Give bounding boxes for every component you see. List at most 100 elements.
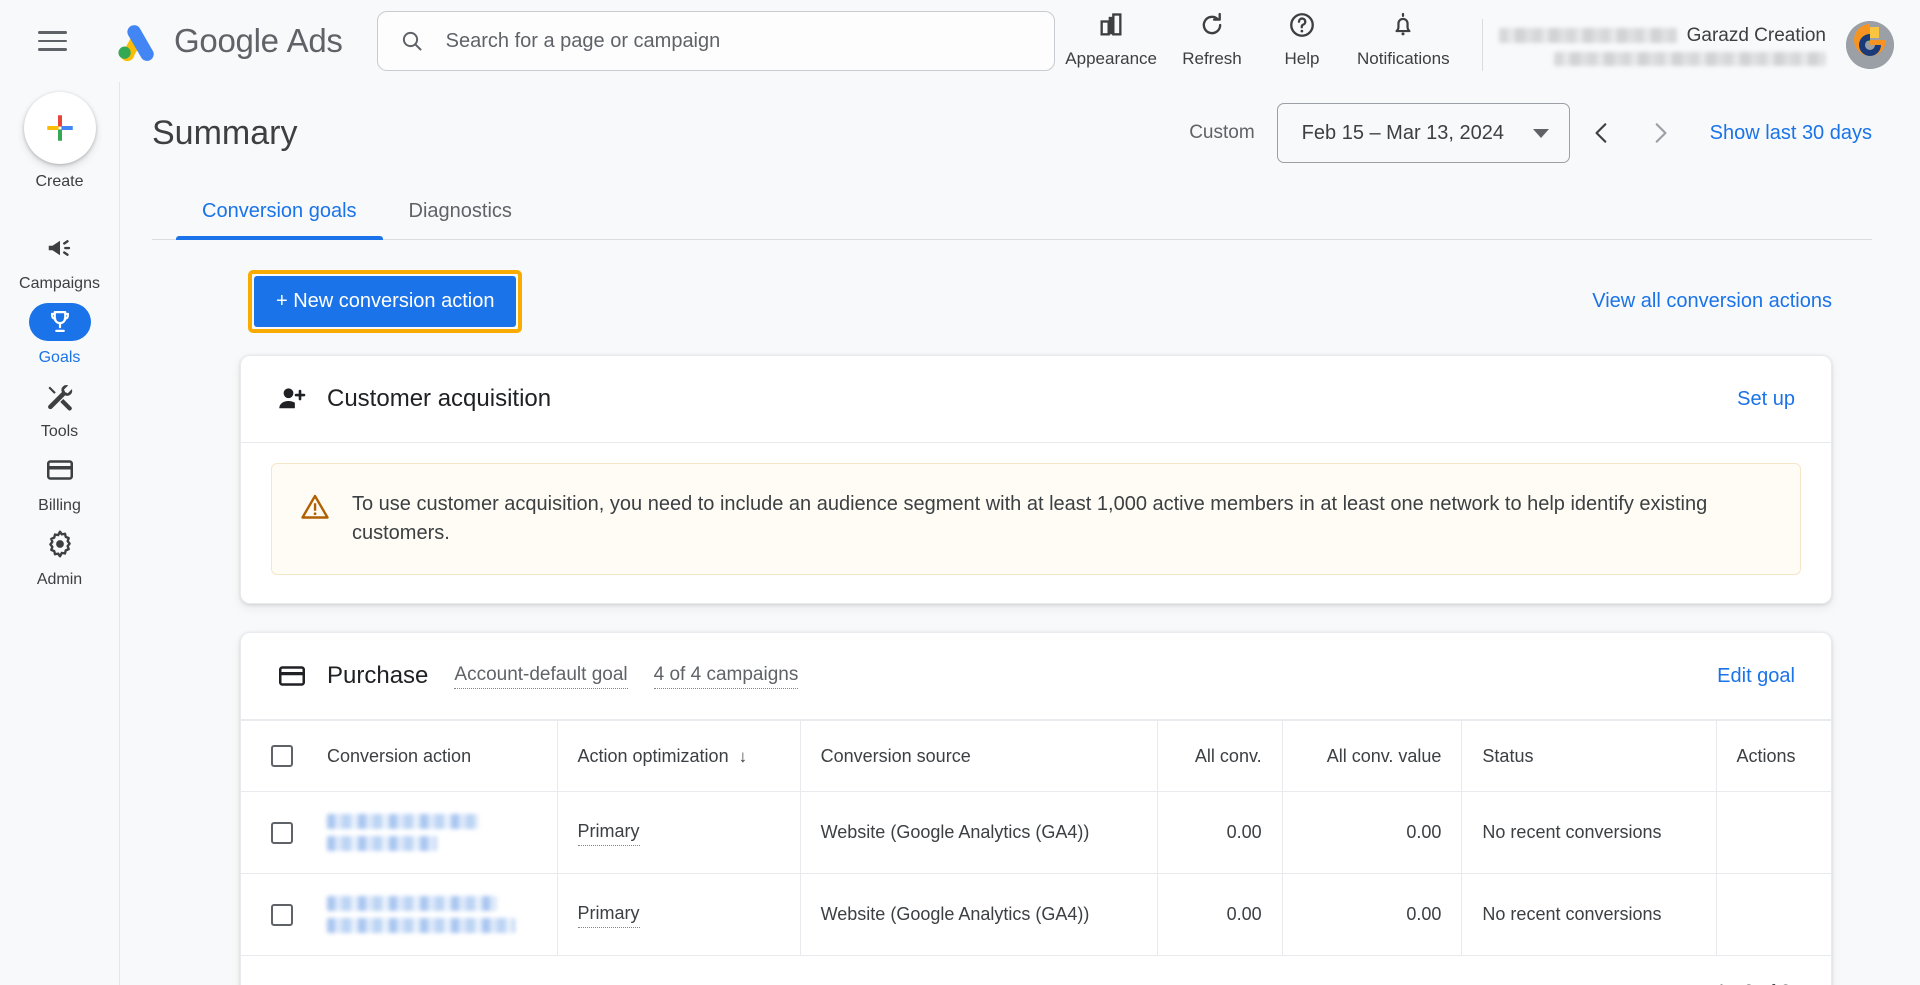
redacted-line [327, 896, 497, 911]
cell-action-optimization: Primary [557, 873, 801, 956]
account-switcher[interactable]: Garazd Creation [1498, 21, 1894, 69]
campaigns-count-label[interactable]: 4 of 4 campaigns [653, 664, 799, 689]
select-all-checkbox[interactable] [271, 745, 293, 767]
customer-acquisition-header: Customer acquisition Set up [241, 356, 1831, 443]
account-name: Garazd Creation [1686, 24, 1826, 46]
sidebar-item-goals[interactable]: Goals [0, 303, 119, 367]
redacted-line [327, 836, 437, 851]
col-conversion-source[interactable]: Conversion source [800, 720, 1159, 792]
col-action-optimization[interactable]: Action optimization ↓ [557, 720, 801, 792]
search-input[interactable] [443, 28, 1033, 54]
customer-acquisition-title: Customer acquisition [327, 385, 552, 412]
refresh-icon [1198, 8, 1226, 42]
table-body: Primary Website (Google Analytics (GA4))… [241, 791, 1831, 956]
col-actions: Actions [1716, 720, 1831, 792]
refresh-button[interactable]: Refresh [1167, 8, 1257, 69]
purchase-header: Purchase Account-default goal 4 of 4 cam… [241, 633, 1831, 720]
person-add-icon [277, 384, 307, 414]
cell-actions [1716, 873, 1831, 956]
chevron-left-icon [1595, 123, 1607, 143]
prev-period-button[interactable] [1576, 107, 1628, 159]
conversion-action-redacted [327, 814, 537, 851]
google-ads-logo[interactable]: Google Ads [111, 18, 343, 64]
row-checkbox[interactable] [271, 903, 293, 926]
hamburger-icon[interactable] [30, 18, 75, 64]
sidebar-label-billing: Billing [38, 497, 81, 514]
refresh-label: Refresh [1182, 49, 1242, 68]
credit-card-icon [29, 451, 91, 489]
conversion-action-redacted [327, 896, 537, 933]
show-last-30-days-link[interactable]: Show last 30 days [1710, 122, 1872, 145]
col-status[interactable]: Status [1461, 720, 1717, 792]
create-button[interactable] [23, 92, 96, 164]
date-range-controls: Custom Feb 15 – Mar 13, 2024 Show last 3… [1189, 103, 1872, 163]
col-conversion-action[interactable]: Conversion action [307, 720, 558, 792]
tab-conversion-goals[interactable]: Conversion goals [176, 182, 383, 240]
sort-desc-icon: ↓ [738, 746, 748, 766]
next-period-button[interactable] [1634, 107, 1686, 159]
sidebar-label-tools: Tools [40, 423, 79, 440]
appearance-label: Appearance [1065, 49, 1157, 68]
cell-action-optimization: Primary [557, 791, 801, 874]
tab-diagnostics[interactable]: Diagnostics [383, 182, 538, 239]
help-icon [1288, 8, 1316, 42]
appearance-button[interactable]: Appearance [1055, 8, 1167, 69]
app-body: Create Campaigns Goals Tools Billing Adm… [0, 82, 1920, 985]
top-app-bar: GoogleAds Appearance [0, 0, 1920, 82]
col-all-conv[interactable]: All conv. [1157, 720, 1283, 792]
table-header-row: Conversion action Action optimization ↓ C… [241, 720, 1831, 792]
row-checkbox[interactable] [271, 821, 293, 844]
table-row[interactable]: Primary Website (Google Analytics (GA4))… [241, 873, 1831, 956]
redacted-line [327, 918, 515, 933]
warning-triangle-icon [300, 492, 330, 527]
brand-text: Google Ads [174, 22, 343, 60]
view-all-conversion-actions-link[interactable]: View all conversion actions [1592, 290, 1832, 313]
col-all-conv-value[interactable]: All conv. value [1282, 720, 1463, 792]
cell-all-conv-value: 0.00 [1282, 791, 1463, 874]
sidebar-item-tools[interactable]: Tools [0, 377, 119, 441]
cell-conversion-action [307, 791, 558, 874]
new-conversion-action-highlight: + New conversion action [248, 270, 523, 333]
credit-card-icon [277, 661, 307, 691]
sidebar-item-billing[interactable]: Billing [0, 451, 119, 515]
account-default-goal-label[interactable]: Account-default goal [454, 664, 628, 689]
account-email-redacted [1554, 51, 1826, 66]
brand-ads: Ads [286, 22, 343, 59]
purchase-card: Purchase Account-default goal 4 of 4 cam… [240, 632, 1832, 985]
new-conversion-action-button[interactable]: + New conversion action [254, 276, 517, 327]
warning-banner: To use customer acquisition, you need to… [271, 463, 1801, 575]
table-footer: 1 - 2 of 2 [241, 956, 1831, 985]
appearance-icon [1097, 8, 1125, 42]
page-title: Summary [152, 113, 298, 152]
action-optimization-value[interactable]: Primary [577, 819, 640, 847]
date-range-picker[interactable]: Feb 15 – Mar 13, 2024 [1276, 103, 1570, 163]
col-action-optimization-label: Action optimization [577, 745, 729, 766]
main-content: Summary Custom Feb 15 – Mar 13, 2024 Sho… [120, 82, 1920, 985]
notifications-button[interactable]: Notifications [1347, 8, 1460, 69]
table-row[interactable]: Primary Website (Google Analytics (GA4))… [241, 791, 1831, 874]
help-button[interactable]: Help [1257, 8, 1347, 69]
hamburger-line [38, 31, 68, 34]
avatar[interactable] [1846, 21, 1894, 69]
account-divider [1481, 19, 1483, 71]
sidebar-item-campaigns[interactable]: Campaigns [0, 229, 119, 293]
customer-acquisition-body: To use customer acquisition, you need to… [241, 443, 1831, 603]
action-optimization-value[interactable]: Primary [577, 901, 640, 929]
select-all-header [241, 720, 307, 792]
gear-icon [29, 525, 91, 563]
sidebar-item-admin[interactable]: Admin [0, 525, 119, 589]
account-id-redacted [1498, 28, 1677, 43]
chevron-down-icon [1532, 128, 1549, 138]
cell-conversion-source: Website (Google Analytics (GA4)) [800, 791, 1159, 874]
search-box[interactable] [376, 11, 1056, 71]
create-label: Create [35, 173, 84, 190]
sidebar-label-campaigns: Campaigns [19, 275, 100, 292]
hamburger-line [38, 39, 68, 43]
edit-goal-link[interactable]: Edit goal [1717, 665, 1795, 688]
date-range-value: Feb 15 – Mar 13, 2024 [1301, 121, 1505, 144]
warning-text: To use customer acquisition, you need to… [352, 493, 1708, 544]
set-up-link[interactable]: Set up [1737, 388, 1795, 411]
notifications-label: Notifications [1356, 49, 1450, 68]
sidebar-label-goals: Goals [38, 349, 81, 366]
cell-actions [1716, 791, 1831, 874]
